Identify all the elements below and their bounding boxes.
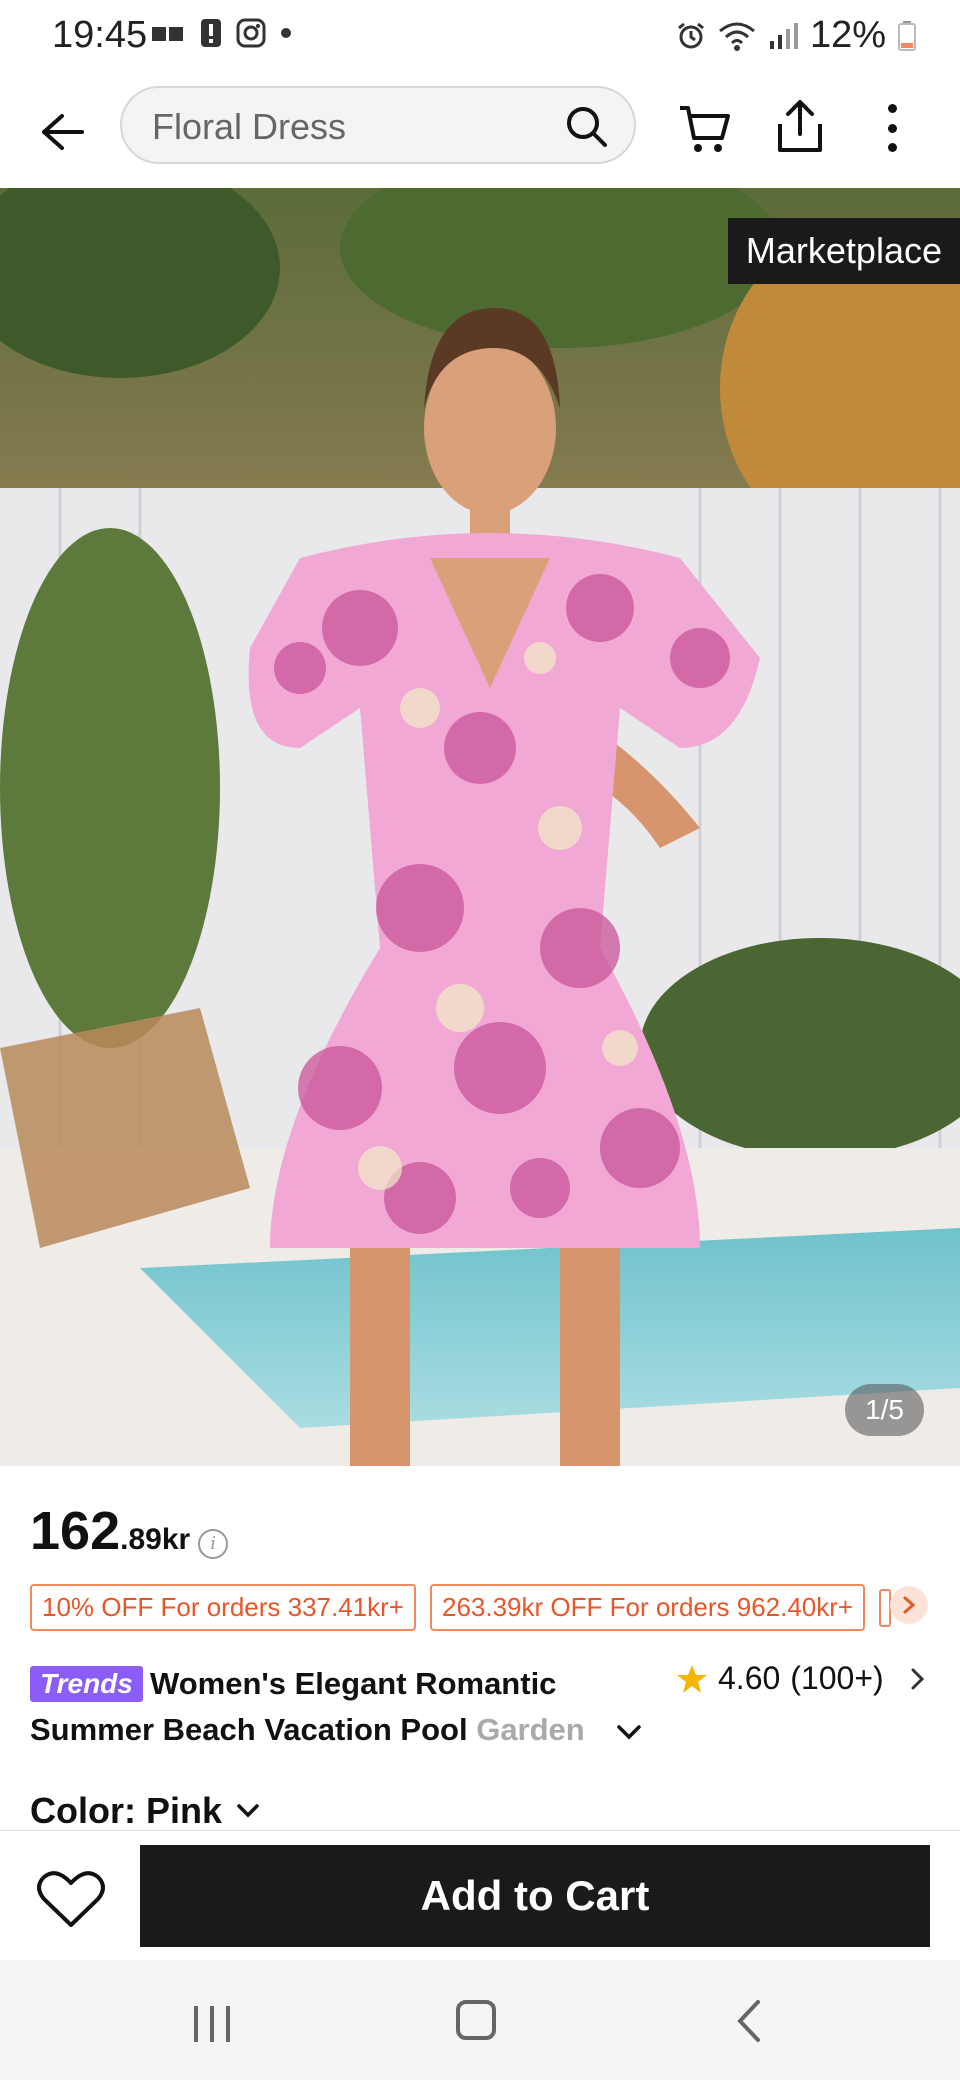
- back-button[interactable]: [30, 100, 94, 164]
- add-to-cart-button[interactable]: Add to Cart: [140, 1845, 930, 1947]
- top-app-bar: Floral Dress: [0, 72, 960, 188]
- chevron-down-icon: [237, 1804, 259, 1818]
- alarm-icon: [678, 22, 704, 48]
- price: 162 .89 kr i: [30, 1500, 229, 1562]
- chevron-right-icon: [903, 1596, 916, 1614]
- cart-icon[interactable]: [676, 100, 732, 156]
- back-nav-icon[interactable]: [734, 1998, 764, 2044]
- chevron-right-icon[interactable]: [908, 1664, 928, 1694]
- system-nav-bar: [0, 1960, 960, 2080]
- rating[interactable]: 4.60 (100+): [676, 1660, 884, 1697]
- rating-value: 4.60: [718, 1660, 781, 1696]
- instagram-icon: [236, 18, 266, 48]
- recent-apps-icon[interactable]: [190, 2004, 234, 2044]
- search-input[interactable]: Floral Dress: [152, 106, 346, 148]
- alert-icon: [201, 19, 221, 47]
- share-icon[interactable]: [772, 96, 828, 156]
- rating-count: (100+): [790, 1660, 884, 1696]
- product-photo: [0, 188, 960, 1466]
- status-icons-left: [152, 18, 292, 48]
- price-integer: 162: [30, 1501, 121, 1561]
- status-bar: 19:45 12%: [0, 0, 960, 72]
- product-title-fade: Garden: [476, 1712, 585, 1747]
- dot-icon: [281, 28, 291, 38]
- image-counter: 1/5: [845, 1384, 924, 1436]
- search-icon[interactable]: [564, 104, 608, 148]
- network-icon: [152, 27, 183, 41]
- wifi-icon: [718, 22, 755, 51]
- battery-icon: [898, 20, 916, 51]
- coupon-chip[interactable]: 10% OFF For orders 337.41kr+: [30, 1584, 416, 1631]
- star-icon: [677, 1664, 707, 1693]
- coupon-list: 10% OFF For orders 337.41kr+ 263.39kr OF…: [30, 1584, 892, 1631]
- home-icon[interactable]: [456, 2000, 496, 2040]
- status-time: 19:45: [52, 14, 148, 56]
- marketplace-badge: Marketplace: [727, 218, 960, 284]
- chevron-down-icon[interactable]: [614, 1720, 644, 1744]
- battery-text: 12%: [809, 14, 886, 56]
- coupon-chip[interactable]: 263.39kr OFF For orders 962.40kr+: [429, 1584, 866, 1631]
- product-title-text: Summer Beach Vacation Pool: [30, 1712, 477, 1747]
- search-box[interactable]: Floral Dress: [120, 86, 636, 164]
- product-title-line2: Summer Beach Vacation Pool Garden: [30, 1712, 585, 1748]
- coupon-more-button[interactable]: [890, 1586, 928, 1624]
- more-options-button[interactable]: [868, 100, 916, 156]
- bottom-action-bar: Add to Cart: [0, 1830, 960, 1961]
- info-icon[interactable]: i: [198, 1528, 229, 1559]
- price-decimal: .89: [120, 1523, 162, 1556]
- status-icons-right: 12%: [676, 14, 916, 57]
- product-title-line1: Women's Elegant Romantic: [150, 1666, 557, 1701]
- product-image[interactable]: Marketplace 1/5: [0, 188, 960, 1466]
- trends-badge: Trends: [30, 1666, 143, 1702]
- heart-icon[interactable]: [36, 1867, 106, 1931]
- price-currency: kr: [161, 1523, 191, 1556]
- back-arrow-icon: [42, 114, 84, 150]
- more-vertical-icon: [887, 104, 897, 113]
- color-selector[interactable]: Color: Pink: [30, 1790, 262, 1832]
- signal-icon: [769, 22, 798, 49]
- color-label: Color: Pink: [30, 1790, 223, 1831]
